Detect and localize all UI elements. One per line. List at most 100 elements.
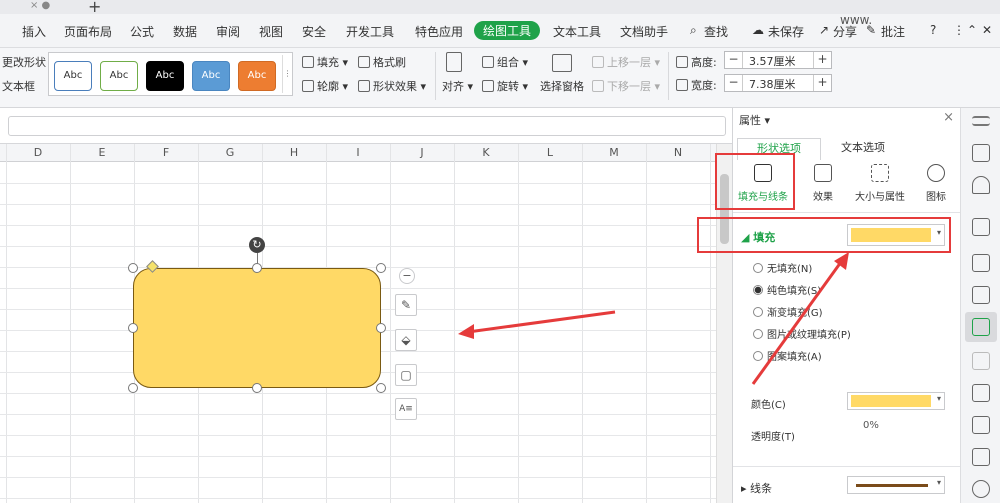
settings-icon[interactable] bbox=[972, 480, 990, 498]
column-header-f[interactable]: F bbox=[134, 146, 198, 159]
height-value[interactable]: 3.57厘米 bbox=[749, 53, 796, 69]
text-box-button[interactable]: 文本框 bbox=[2, 78, 35, 94]
subtab-size-properties-label: 大小与属性 bbox=[855, 192, 905, 203]
tab-close-indicator[interactable]: × ● bbox=[30, 0, 50, 11]
outline-button[interactable]: 轮廓 ▾ bbox=[302, 78, 348, 94]
grid-row-line bbox=[0, 498, 716, 499]
share-button[interactable]: 分享 bbox=[833, 23, 857, 40]
column-header-d[interactable]: D bbox=[6, 146, 70, 159]
menu-formula[interactable]: 公式 bbox=[130, 23, 154, 40]
selection-pane-button[interactable]: 选择窗格 bbox=[540, 78, 584, 94]
document-icon[interactable] bbox=[972, 384, 990, 402]
text-wrap-icon[interactable]: A≡ bbox=[395, 398, 417, 420]
panel-close-button[interactable]: × bbox=[943, 110, 954, 125]
style-swatch-outline-blue[interactable]: Abc bbox=[54, 61, 92, 91]
gallery-expand-icon[interactable]: ⋮ bbox=[282, 55, 292, 93]
apps-icon[interactable] bbox=[972, 254, 990, 272]
menu-icon[interactable] bbox=[972, 116, 990, 126]
menu-text-tools[interactable]: 文本工具 bbox=[553, 23, 601, 40]
collapse-float-toolbar-button[interactable]: − bbox=[399, 268, 415, 284]
resize-handle[interactable] bbox=[252, 263, 262, 273]
width-decrease-button[interactable]: − bbox=[725, 75, 743, 91]
line-section-header[interactable]: ▸ 线条 bbox=[741, 480, 772, 496]
send-backward-button[interactable]: 下移一层 ▾ bbox=[592, 78, 660, 94]
column-header-h[interactable]: H bbox=[262, 146, 326, 159]
resize-handle[interactable] bbox=[128, 323, 138, 333]
width-field[interactable]: − 7.38厘米 + bbox=[724, 74, 832, 92]
style-swatch-orange[interactable]: Abc bbox=[238, 61, 276, 91]
edit-icon[interactable] bbox=[972, 416, 990, 434]
align-button[interactable]: 对齐 ▾ bbox=[442, 78, 473, 94]
search-button[interactable]: 查找 bbox=[704, 23, 728, 40]
style-swatch-black[interactable]: Abc bbox=[146, 61, 184, 91]
column-header-l[interactable]: L bbox=[518, 146, 582, 159]
color-dropdown[interactable]: ▾ bbox=[847, 392, 945, 410]
rounded-rectangle-shape[interactable] bbox=[133, 268, 381, 388]
height-increase-button[interactable]: + bbox=[813, 52, 831, 68]
menu-view[interactable]: 视图 bbox=[259, 23, 283, 40]
style-swatch-outline-green[interactable]: Abc bbox=[100, 61, 138, 91]
transparency-value[interactable]: 0% bbox=[863, 420, 879, 431]
format-brush-button[interactable]: 格式刷 bbox=[358, 54, 406, 70]
edit-shape-icon[interactable]: ✎ bbox=[395, 294, 417, 316]
column-header-e[interactable]: E bbox=[70, 146, 134, 159]
rotate-handle-icon[interactable]: ↻ bbox=[249, 237, 265, 253]
resize-handle[interactable] bbox=[376, 263, 386, 273]
shape-effect-button[interactable]: 形状效果 ▾ bbox=[358, 78, 426, 94]
menu-insert[interactable]: 插入 bbox=[22, 23, 46, 40]
resize-handle[interactable] bbox=[128, 263, 138, 273]
column-header-k[interactable]: K bbox=[454, 146, 518, 159]
menu-features[interactable]: 特色应用 bbox=[415, 23, 463, 40]
menu-review[interactable]: 审阅 bbox=[216, 23, 240, 40]
menu-doc-assistant[interactable]: 文档助手 bbox=[620, 23, 668, 40]
column-header-n[interactable]: N bbox=[646, 146, 710, 159]
subtab-effects[interactable]: 效果 bbox=[795, 164, 851, 203]
subtab-size-properties[interactable]: 大小与属性 bbox=[847, 164, 913, 203]
column-header-j[interactable]: J bbox=[390, 146, 454, 159]
column-header-g[interactable]: G bbox=[198, 146, 262, 159]
height-field[interactable]: − 3.57厘米 + bbox=[724, 51, 832, 69]
line-color-dropdown[interactable]: ▾ bbox=[847, 476, 945, 494]
chart-icon[interactable] bbox=[972, 286, 990, 304]
height-decrease-button[interactable]: − bbox=[725, 52, 743, 68]
unsaved-status[interactable]: 未保存 bbox=[768, 23, 804, 40]
menu-security[interactable]: 安全 bbox=[302, 23, 326, 40]
resize-handle[interactable] bbox=[376, 323, 386, 333]
rotate-button[interactable]: 旋转 ▾ bbox=[482, 78, 528, 94]
help-button[interactable]: ? bbox=[930, 23, 936, 37]
properties-icon[interactable] bbox=[972, 318, 990, 336]
fill-button[interactable]: 填充 ▾ bbox=[302, 54, 348, 70]
outline-icon[interactable]: ▢ bbox=[395, 364, 417, 386]
styles-icon[interactable] bbox=[972, 176, 990, 194]
resize-handle[interactable] bbox=[252, 383, 262, 393]
column-header-m[interactable]: M bbox=[582, 146, 646, 159]
formula-input[interactable] bbox=[8, 116, 726, 136]
bring-forward-button[interactable]: 上移一层 ▾ bbox=[592, 54, 660, 70]
subtab-icon[interactable]: 图标 bbox=[913, 164, 959, 203]
menu-data[interactable]: 数据 bbox=[173, 23, 197, 40]
transfer-icon[interactable] bbox=[972, 352, 990, 370]
group-button[interactable]: 组合 ▾ bbox=[482, 54, 528, 70]
fill-bucket-icon[interactable]: ⬙ bbox=[395, 329, 417, 351]
search-icon[interactable]: ⌕ bbox=[690, 23, 697, 38]
resize-handle[interactable] bbox=[376, 383, 386, 393]
resize-handle[interactable] bbox=[128, 383, 138, 393]
spreadsheet-grid[interactable]: D E F G H I J K L M N ↻ − ✎ ⬙ ▢ A≡ bbox=[0, 144, 716, 503]
collapse-ribbon-button[interactable]: ⌃ bbox=[967, 23, 977, 37]
comment-button[interactable]: 批注 bbox=[881, 23, 905, 40]
shapes-icon[interactable] bbox=[972, 144, 990, 162]
change-shape-button[interactable]: 更改形状 bbox=[2, 54, 46, 70]
close-window-button[interactable]: ✕ bbox=[982, 23, 992, 37]
more-button[interactable]: ⋮ bbox=[953, 23, 965, 37]
tab-text-options[interactable]: 文本选项 bbox=[821, 138, 905, 160]
menu-developer[interactable]: 开发工具 bbox=[346, 23, 394, 40]
width-value[interactable]: 7.38厘米 bbox=[749, 76, 796, 92]
table-icon[interactable] bbox=[972, 218, 990, 236]
width-increase-button[interactable]: + bbox=[813, 75, 831, 91]
style-swatch-blue[interactable]: Abc bbox=[192, 61, 230, 91]
image-icon[interactable] bbox=[972, 448, 990, 466]
menu-drawing-tools[interactable]: 绘图工具 bbox=[474, 21, 541, 40]
size-properties-icon bbox=[871, 164, 889, 182]
menu-page-layout[interactable]: 页面布局 bbox=[64, 23, 112, 40]
column-header-i[interactable]: I bbox=[326, 146, 390, 159]
